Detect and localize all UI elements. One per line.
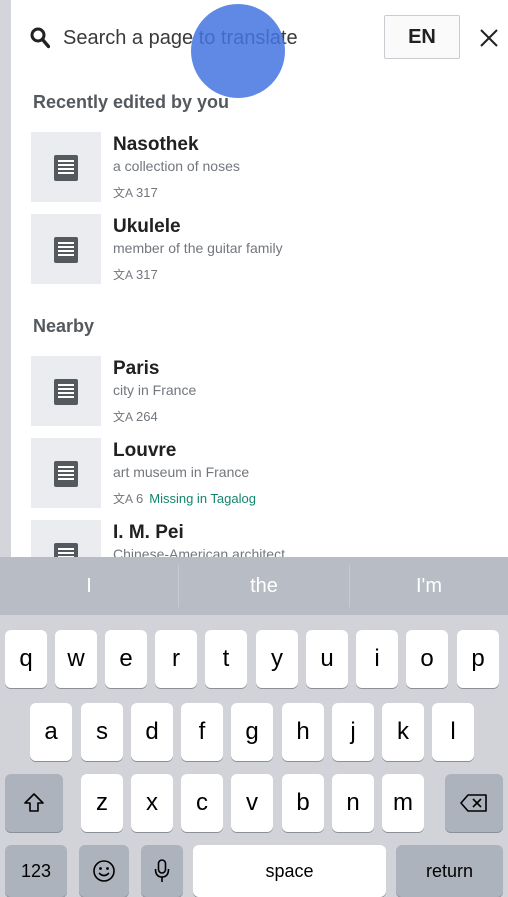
missing-status: Missing in Tagalog [149, 491, 256, 506]
translate-icon: 文A [113, 186, 134, 200]
list-item[interactable]: Louvre art museum in France 文A 6 Missing… [31, 438, 501, 516]
translate-panel: EN Recently edited by you Nasothek a col… [11, 0, 508, 557]
section-heading-nearby: Nearby [33, 316, 95, 336]
article-thumbnail [31, 214, 101, 284]
item-meta: 文A 317 [113, 266, 158, 283]
key-z[interactable]: z [81, 774, 123, 832]
item-title: Louvre [113, 440, 177, 461]
shift-key[interactable] [5, 774, 63, 832]
keyboard: I the I'm q w e r t y u i o p a s d f g … [0, 557, 508, 897]
key-y[interactable]: y [256, 630, 298, 688]
search-icon [30, 27, 50, 49]
emoji-key[interactable] [79, 845, 129, 897]
key-c[interactable]: c [181, 774, 223, 832]
translation-count: 317 [136, 185, 158, 200]
article-icon [54, 155, 78, 181]
key-d[interactable]: d [131, 703, 173, 761]
item-title: Paris [113, 358, 160, 379]
item-description: member of the guitar family [113, 240, 283, 256]
search-bar: EN [11, 0, 508, 72]
space-key[interactable]: space [193, 845, 386, 897]
article-icon [54, 237, 78, 263]
microphone-key[interactable] [141, 845, 183, 897]
item-meta: 文A 264 [113, 408, 158, 425]
key-f[interactable]: f [181, 703, 223, 761]
key-b[interactable]: b [282, 774, 324, 832]
key-k[interactable]: k [382, 703, 424, 761]
list-item[interactable]: Ukulele member of the guitar family 文A 3… [31, 214, 501, 292]
translation-count: 264 [136, 409, 158, 424]
key-m[interactable]: m [382, 774, 424, 832]
translate-icon: 文A [113, 410, 134, 424]
translation-count: 6 [136, 491, 144, 506]
emoji-icon [93, 860, 115, 882]
backspace-icon [460, 794, 487, 812]
key-l[interactable]: l [432, 703, 474, 761]
article-thumbnail [31, 132, 101, 202]
list-item[interactable]: I. M. Pei Chinese-American architect [31, 520, 501, 557]
item-description: Chinese-American architect [113, 546, 285, 557]
key-t[interactable]: t [205, 630, 247, 688]
key-n[interactable]: n [332, 774, 374, 832]
shift-icon [24, 793, 44, 812]
suggestion-bar: I the I'm [0, 557, 508, 615]
key-u[interactable]: u [306, 630, 348, 688]
item-description: a collection of noses [113, 158, 240, 174]
key-p[interactable]: p [457, 630, 499, 688]
translation-count: 317 [136, 267, 158, 282]
list-item[interactable]: Nasothek a collection of noses 文A 317 [31, 132, 501, 210]
suggestion-2[interactable]: the [179, 557, 349, 615]
key-x[interactable]: x [131, 774, 173, 832]
section-heading-recent: Recently edited by you [33, 92, 230, 112]
key-j[interactable]: j [332, 703, 374, 761]
suggestion-1[interactable]: I [0, 557, 178, 615]
item-description: city in France [113, 382, 197, 398]
key-s[interactable]: s [81, 703, 123, 761]
translate-icon: 文A [113, 268, 134, 282]
return-key[interactable]: return [396, 845, 503, 897]
key-o[interactable]: o [406, 630, 448, 688]
language-button[interactable]: EN [384, 15, 460, 59]
suggestion-3[interactable]: I'm [350, 557, 508, 615]
search-input[interactable] [63, 22, 363, 54]
microphone-icon [154, 859, 170, 882]
close-icon[interactable] [479, 28, 499, 48]
key-h[interactable]: h [282, 703, 324, 761]
key-e[interactable]: e [105, 630, 147, 688]
article-thumbnail [31, 520, 101, 557]
item-meta: 文A 6 Missing in Tagalog [113, 490, 256, 507]
article-icon [54, 379, 78, 405]
item-meta: 文A 317 [113, 184, 158, 201]
item-description: art museum in France [113, 464, 250, 480]
article-icon [54, 543, 78, 557]
translate-icon: 文A [113, 492, 134, 506]
backspace-key[interactable] [445, 774, 503, 832]
article-icon [54, 461, 78, 487]
key-r[interactable]: r [155, 630, 197, 688]
article-thumbnail [31, 356, 101, 426]
item-title: Nasothek [113, 134, 199, 155]
item-title: Ukulele [113, 216, 181, 237]
key-a[interactable]: a [30, 703, 72, 761]
list-item[interactable]: Paris city in France 文A 264 [31, 356, 501, 434]
numbers-key[interactable]: 123 [5, 845, 67, 897]
key-g[interactable]: g [231, 703, 273, 761]
key-w[interactable]: w [55, 630, 97, 688]
key-v[interactable]: v [231, 774, 273, 832]
key-q[interactable]: q [5, 630, 47, 688]
article-thumbnail [31, 438, 101, 508]
key-i[interactable]: i [356, 630, 398, 688]
item-title: I. M. Pei [113, 522, 184, 543]
